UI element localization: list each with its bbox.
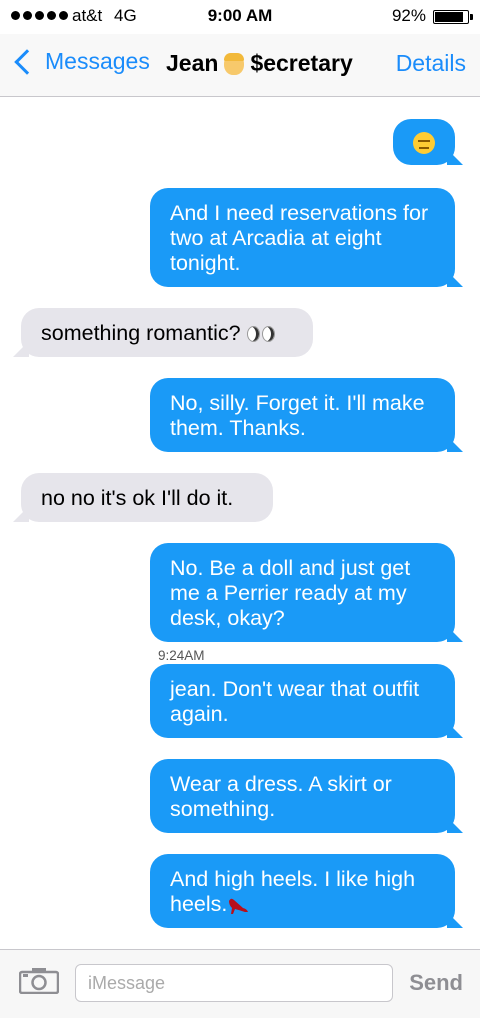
message-bubble-outgoing[interactable]: Wear a dress. A skirt or something. (150, 759, 455, 833)
details-button[interactable]: Details (396, 50, 466, 77)
blond-person-emoji-icon (224, 52, 245, 75)
message-bubble-incoming[interactable]: no no it's ok I'll do it. (21, 473, 273, 522)
message-text: no no it's ok I'll do it. (41, 486, 234, 510)
conversation-title: Jean $ecretary (166, 50, 353, 77)
message-bubble-outgoing[interactable]: No. Be a doll and just get me a Perrier … (150, 543, 455, 642)
high-heel-emoji-icon (227, 895, 249, 915)
message-text: No. Be a doll and just get me a Perrier … (170, 556, 411, 630)
chevron-left-icon (14, 48, 40, 75)
message-bubble-outgoing[interactable]: No, silly. Forget it. I'll make them. Th… (150, 378, 455, 452)
back-button[interactable]: Messages (12, 48, 150, 75)
camera-icon[interactable] (18, 967, 60, 995)
battery-icon (433, 10, 473, 24)
message-text: And I need reservations for two at Arcad… (170, 201, 429, 275)
message-text: No, silly. Forget it. I'll make them. Th… (170, 391, 425, 440)
message-bubble-outgoing[interactable]: jean. Don't wear that outfit again. (150, 664, 455, 738)
message-text: jean. Don't wear that outfit again. (170, 677, 420, 726)
navigation-bar: Messages Jean $ecretary Details (0, 34, 480, 97)
contact-last-name: $ecretary (250, 50, 353, 76)
expressionless-face-emoji-icon (413, 132, 435, 155)
contact-first-name: Jean (166, 50, 219, 76)
message-text: Wear a dress. A skirt or something. (170, 772, 392, 821)
message-bubble-outgoing[interactable]: And high heels. I like high heels. (150, 854, 455, 928)
message-bubble-outgoing[interactable] (393, 119, 455, 165)
send-button[interactable]: Send (409, 970, 463, 996)
message-bubble-outgoing[interactable]: And I need reservations for two at Arcad… (150, 188, 455, 287)
back-label: Messages (45, 48, 150, 74)
compose-bar: Send (0, 949, 480, 1018)
message-text: something romantic? (41, 321, 247, 345)
message-bubble-incoming[interactable]: something romantic? (21, 308, 313, 357)
battery-percentage: 92% (391, 6, 426, 25)
message-timestamp: 9:24AM (158, 648, 205, 663)
message-input[interactable] (75, 964, 393, 1002)
message-text: And high heels. I like high heels. (170, 867, 416, 916)
eyes-emoji-icon (246, 326, 277, 343)
status-bar: at&t 4G 9:00 AM 92% (0, 0, 480, 34)
